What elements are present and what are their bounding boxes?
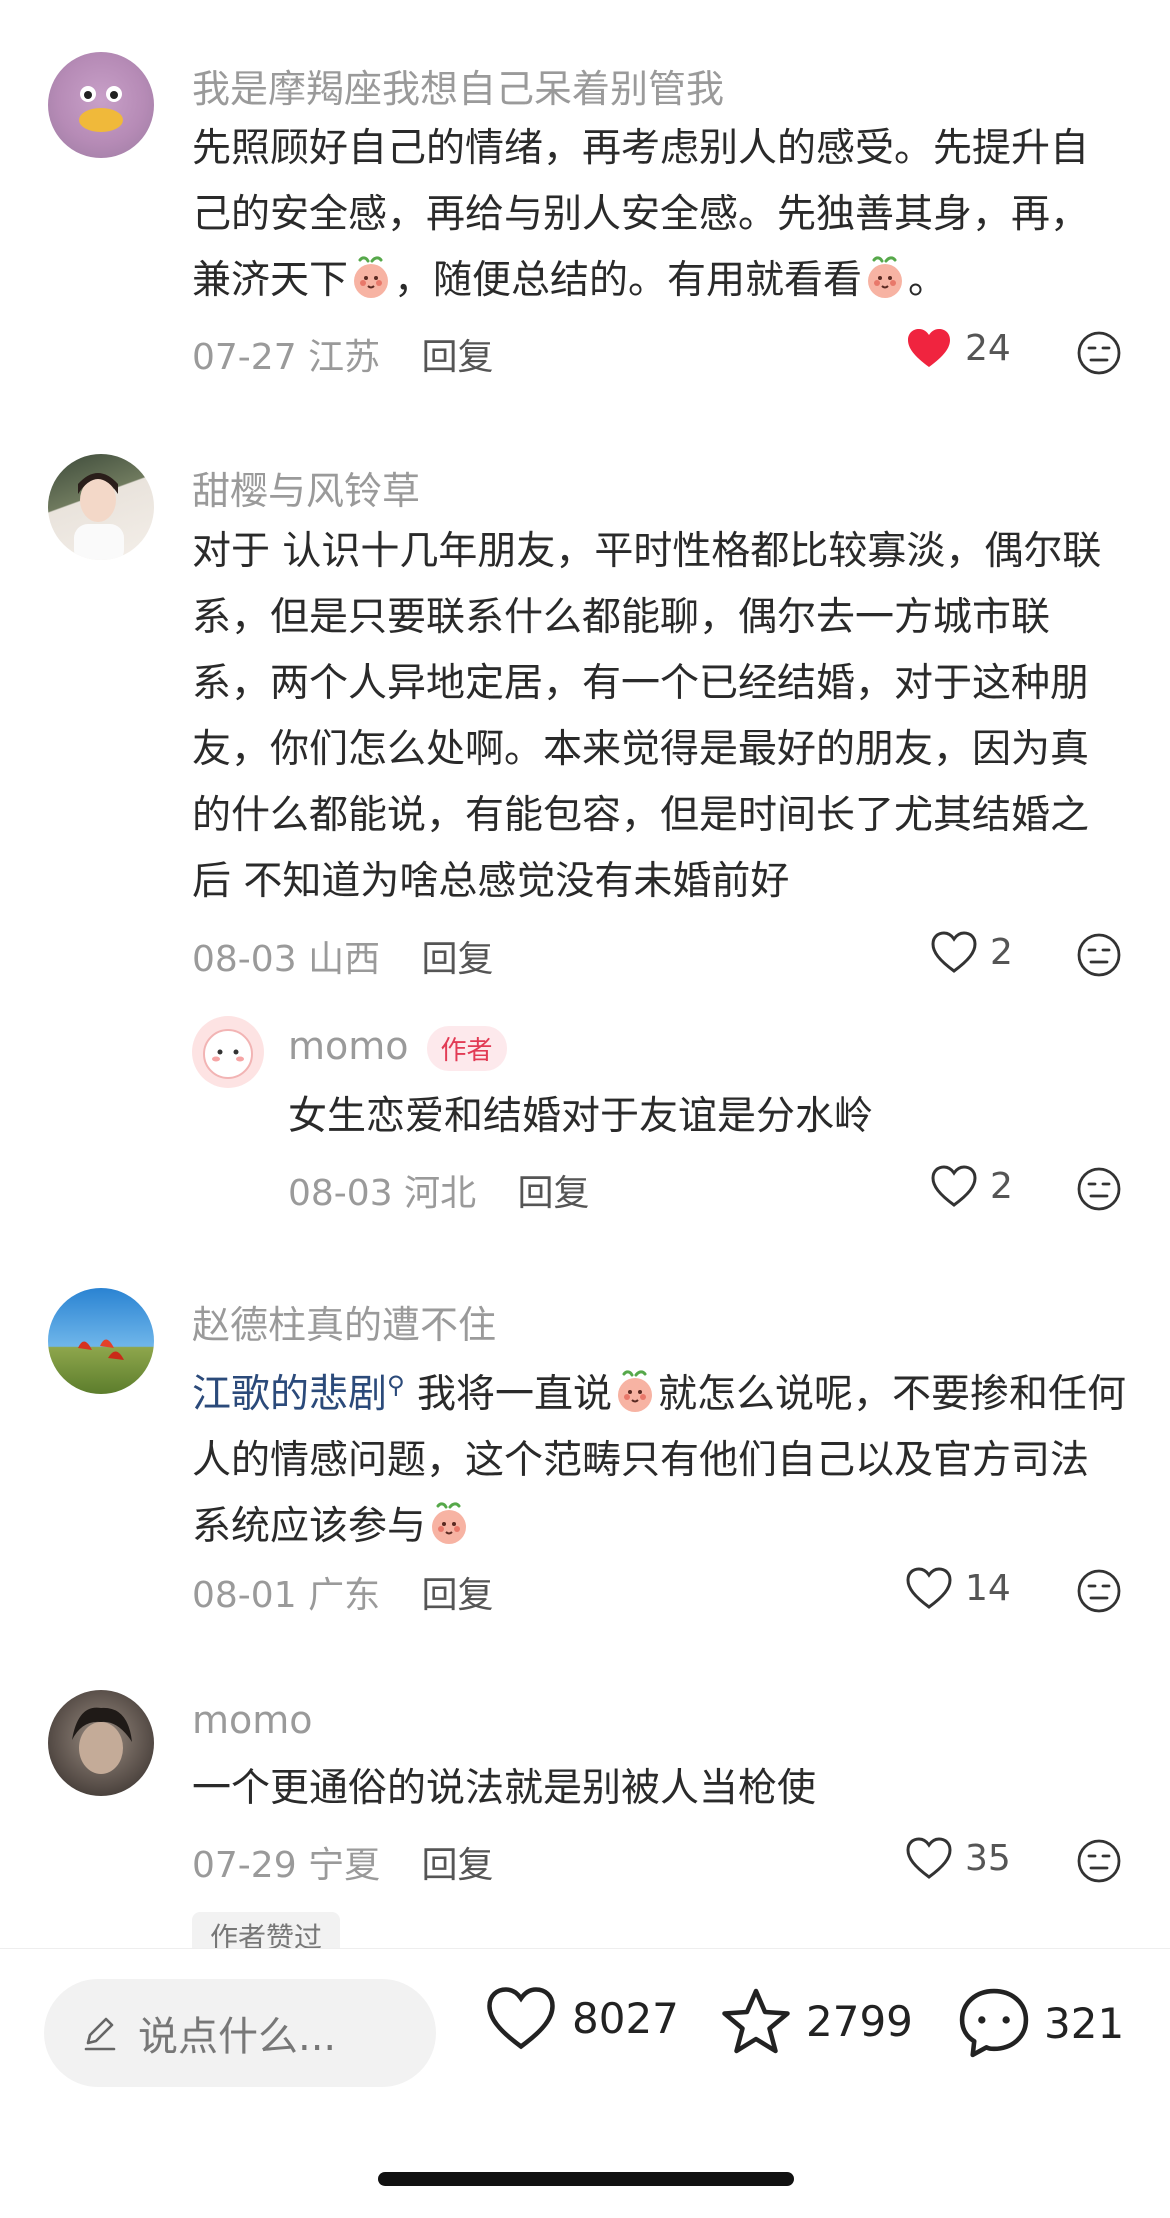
reply-button[interactable]: 回复 [422,1575,494,1616]
emoji-peach [426,1501,472,1547]
like-button[interactable]: 2 [930,930,1013,974]
heart-icon [930,1164,978,1208]
comment-input[interactable]: 说点什么... [44,1979,436,2087]
like-count: 14 [965,1567,1011,1609]
comment-text: 先照顾好自己的情绪，再考虑别人的感受。先提升自己的安全感，再给与别人安全感。先独… [192,116,1127,314]
comment-text-part: 。 [908,258,948,303]
reply-button[interactable]: 回复 [422,337,494,378]
comment-location: 山西 [308,939,381,980]
like-count: 2 [990,1165,1013,1207]
comment-count: 321 [1044,1998,1125,2048]
comment-text: 对于 认识十几年朋友，平时性格都比较寡淡，偶尔联系，但是只要联系什么都能聊，偶尔… [192,529,1102,904]
comment-text-part: 我将一直说 [417,1372,613,1417]
emoji-peach [348,255,394,301]
reply-username-text[interactable]: momo [288,1024,409,1068]
dislike-face-icon[interactable] [1076,1166,1122,1212]
chat-bubble-icon [959,1988,1029,2058]
comment-date: 07-27 [192,337,297,378]
comment-username[interactable]: 甜樱与风铃草 [192,460,420,515]
like-count: 24 [965,327,1011,369]
reply-button[interactable]: 回复 [422,1845,494,1886]
avatar[interactable] [48,454,154,560]
comment-location: 广东 [308,1575,381,1616]
reply-button[interactable]: 回复 [518,1173,590,1214]
comment-text-part: ，随便总结的。有用就看看 [394,258,863,303]
comment-date: 08-03 [192,939,297,980]
heart-icon [905,1836,953,1880]
comment-username[interactable]: momo [192,1698,313,1742]
like-count: 2 [990,931,1013,973]
like-button[interactable]: 2 [930,1164,1013,1208]
like-post-button[interactable]: 8027 [484,1985,679,2051]
input-placeholder: 说点什么... [138,2014,337,2060]
dislike-face-icon[interactable] [1076,932,1122,978]
comment-username[interactable]: 我是摩羯座我想自己呆着别管我 [192,58,724,113]
heart-icon [905,326,953,370]
comment-date: 08-01 [192,1575,297,1616]
heart-icon [930,930,978,974]
like-button[interactable]: 24 [905,326,1011,370]
favorite-count: 2799 [806,1996,913,2046]
reply-location: 河北 [404,1173,477,1214]
reply-date: 08-03 [288,1173,393,1214]
reply-meta: 08-03 河北 回复 [288,1164,590,1216]
author-badge: 作者 [426,1026,507,1071]
favorite-button[interactable]: 2799 [718,1985,913,2057]
dislike-face-icon[interactable] [1076,1568,1122,1614]
reply-username: momo 作者 [288,1024,507,1071]
topic-link[interactable]: 江歌的悲剧 [192,1372,387,1417]
comment-username[interactable]: 赵德柱真的遭不住 [192,1294,496,1349]
comment-meta: 07-29 宁夏 回复 [192,1836,494,1888]
comment-date: 07-29 [192,1845,297,1886]
like-button[interactable]: 35 [905,1836,1011,1880]
emoji-peach [862,255,908,301]
heart-icon [905,1566,953,1610]
reply-text: 女生恋爱和结婚对于友谊是分水岭 [288,1094,874,1139]
like-button[interactable]: 14 [905,1566,1011,1610]
avatar[interactable] [48,52,154,158]
pencil-icon [84,2017,116,2051]
home-indicator[interactable] [378,2172,794,2186]
avatar[interactable] [48,1690,154,1796]
post-like-count: 8027 [572,1993,679,2043]
comment-location: 宁夏 [308,1845,381,1886]
avatar[interactable] [48,1288,154,1394]
star-icon [722,1988,790,2054]
heart-icon [487,1987,555,2050]
avatar[interactable] [192,1016,264,1088]
dislike-face-icon[interactable] [1076,1838,1122,1884]
comment-meta: 07-27 江苏 回复 [192,328,494,380]
comment-meta: 08-03 山西 回复 [192,930,494,982]
like-count: 35 [965,1837,1011,1879]
comment-text: 江歌的悲剧⚲ 我将一直说 就怎么说呢，不要掺和任何人的情感问题，这个范畴只有他们自… [192,1352,1127,1560]
search-icon: ⚲ [387,1371,405,1399]
comments-button[interactable]: 321 [956,1985,1124,2061]
comment-text: 一个更通俗的说法就是别被人当枪使 [192,1766,817,1811]
dislike-face-icon[interactable] [1076,330,1122,376]
reply-button[interactable]: 回复 [422,939,494,980]
comment-location: 江苏 [308,337,381,378]
comment-meta: 08-01 广东 回复 [192,1566,494,1618]
emoji-peach [612,1369,658,1415]
